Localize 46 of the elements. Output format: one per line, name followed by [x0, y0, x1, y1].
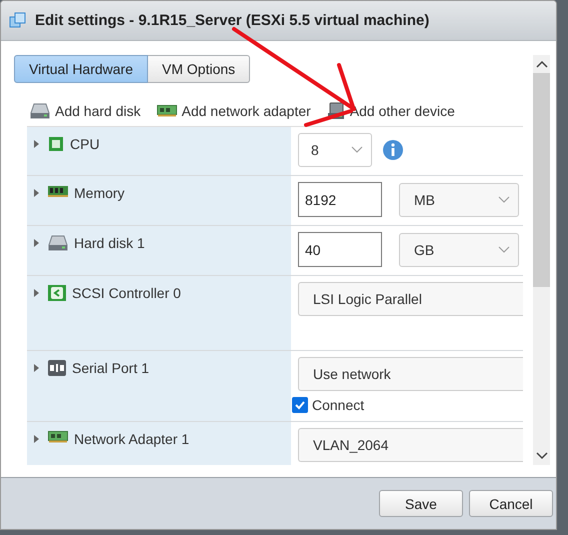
chevron-down-icon [498, 196, 510, 204]
network-card-icon [156, 105, 177, 117]
chip-icon [48, 136, 64, 152]
expand-toggle[interactable] [34, 364, 39, 372]
unit-select[interactable]: MB [399, 182, 519, 216]
expand-toggle[interactable] [34, 289, 39, 297]
device-label: Hard disk 1 [74, 235, 145, 251]
device-icon [326, 102, 345, 120]
tab[interactable]: Virtual Hardware [14, 55, 148, 83]
input-field[interactable]: 40 [298, 232, 382, 267]
device-label: SCSI Controller 0 [72, 285, 181, 301]
scrollbar[interactable] [533, 55, 550, 465]
expand-toggle[interactable] [34, 239, 39, 247]
chevron-down-icon [498, 246, 510, 254]
checkbox-label: Connect [312, 397, 364, 413]
expand-toggle[interactable] [34, 435, 39, 443]
type-select[interactable]: Use network [298, 357, 523, 391]
type-select[interactable]: VLAN_2064 [298, 428, 523, 462]
device-label: Network Adapter 1 [74, 431, 190, 447]
toolbar-link[interactable]: Add network adapter [156, 102, 311, 120]
input-field[interactable]: 8192 [298, 182, 382, 217]
tab[interactable]: VM Options [148, 55, 250, 83]
network-card-icon [48, 431, 68, 443]
memory-module-icon [48, 185, 68, 197]
expand-toggle[interactable] [34, 189, 39, 197]
controller-icon [48, 285, 66, 301]
device-label: Memory [74, 185, 125, 201]
scroll-up-icon[interactable] [536, 60, 548, 68]
chevron-down-icon [351, 146, 363, 154]
dialog-button[interactable]: Save [379, 490, 463, 517]
scrollbar-thumb[interactable] [533, 73, 550, 287]
vm-icon [9, 12, 27, 30]
expand-toggle[interactable] [34, 140, 39, 148]
checkbox[interactable] [292, 397, 308, 413]
count-select[interactable]: 8 [298, 133, 372, 167]
device-label: Serial Port 1 [72, 360, 150, 376]
toolbar-link[interactable]: Add hard disk [30, 102, 141, 120]
dialog-button[interactable]: Cancel [469, 490, 553, 517]
unit-select[interactable]: GB [399, 232, 519, 266]
scroll-down-icon[interactable] [536, 452, 548, 460]
type-select[interactable]: LSI Logic Parallel [298, 282, 523, 316]
info-icon[interactable] [382, 139, 404, 161]
device-label: CPU [70, 136, 100, 152]
checkmark-icon [294, 399, 306, 411]
serial-port-icon [48, 360, 66, 376]
window-title: Edit settings - 9.1R15_Server (ESXi 5.5 virtual machine) [35, 12, 430, 29]
